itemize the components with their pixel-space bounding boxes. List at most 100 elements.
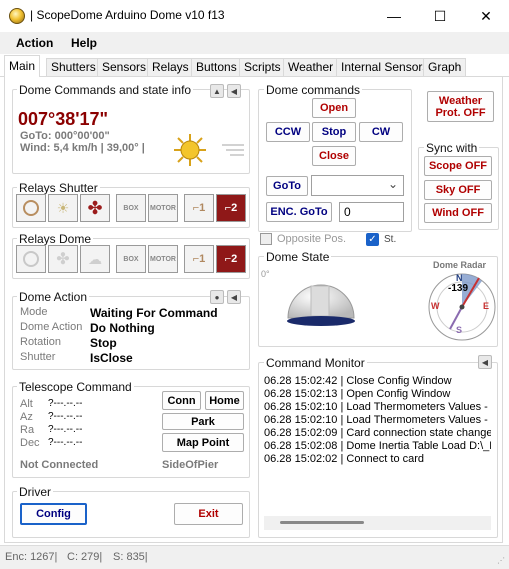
tab-internal-sensors[interactable]: Internal Sensors xyxy=(336,58,434,76)
resize-grip-icon[interactable]: ⋰ xyxy=(497,556,507,566)
telescope-value-alt: ?---.--.-- xyxy=(48,398,83,409)
motor-label: MOTOR xyxy=(150,255,176,263)
left-arrow-icon[interactable]: ◀ xyxy=(227,84,241,98)
enc-goto-input[interactable]: 0 xyxy=(339,202,404,222)
enc-goto-button[interactable]: ENC. GoTo xyxy=(266,202,332,222)
chevron-down-icon: ⌄ xyxy=(387,177,398,191)
relay-shutter-motor-button[interactable]: MOTOR xyxy=(148,194,178,222)
log-line: 06.28 15:02:08 | Dome Inertia Table Load… xyxy=(264,440,491,452)
tab-scripts[interactable]: Scripts xyxy=(239,58,286,76)
maximize-button[interactable]: ☐ xyxy=(417,0,463,32)
telescope-label-ra: Ra xyxy=(20,424,35,436)
relay-shutter-stairs-1-button[interactable]: ⌐1 xyxy=(184,194,214,222)
telescope-conn-button[interactable]: Conn xyxy=(162,391,201,410)
telescope-map-point-button[interactable]: Map Point xyxy=(162,433,244,452)
driver-title: Driver xyxy=(17,485,53,499)
up-arrow-icon[interactable]: ▲ xyxy=(210,84,224,98)
ring-icon xyxy=(23,200,39,216)
open-button[interactable]: Open xyxy=(312,98,356,118)
exit-button[interactable]: Exit xyxy=(174,503,243,525)
dome-action-label-shutter: Shutter xyxy=(20,351,56,363)
dome-action-value-mode: Waiting For Command xyxy=(90,306,218,320)
relay-shutter-light-button[interactable]: ☀ xyxy=(48,194,78,222)
relay-dome-stairs-2-button[interactable]: ⌐2 xyxy=(216,245,246,273)
close-button[interactable]: ✕ xyxy=(463,0,509,32)
relay-dome-stairs-1-button[interactable]: ⌐1 xyxy=(184,245,214,273)
minimize-button[interactable]: — xyxy=(371,0,417,32)
tab-sensors[interactable]: Sensors xyxy=(97,58,152,76)
azimuth-readout: 007°38'17" xyxy=(18,109,109,129)
dome-action-label-action: Dome Action xyxy=(20,321,83,333)
telescope-status: Not Connected xyxy=(20,459,99,471)
goto-select[interactable]: ⌄ xyxy=(311,175,404,196)
relay-dome-box-button[interactable]: BOX xyxy=(116,245,146,273)
dome-action-value-shutter: IsClose xyxy=(90,351,133,365)
log-line: 06.28 15:02:13 | Open Config Window xyxy=(264,388,451,400)
relay-shutter-fan-button[interactable]: ✤ xyxy=(80,194,110,222)
box-label: BOX xyxy=(123,204,139,212)
menu-action[interactable]: Action xyxy=(16,36,53,50)
relay-shutter-stairs-2-button[interactable]: ⌐2 xyxy=(216,194,246,222)
tab-buttons[interactable]: Buttons xyxy=(191,58,242,76)
relay-dome-cloud-button[interactable]: ☁ xyxy=(80,245,110,273)
relay-dome-ring-button[interactable] xyxy=(16,245,46,273)
relays-shutter-title: Relays Shutter xyxy=(17,181,100,195)
radar-west-label: W xyxy=(431,301,440,311)
telescope-value-dec: ?---.--.-- xyxy=(48,437,83,448)
fan-icon: ✤ xyxy=(87,197,103,218)
close-dome-button[interactable]: Close xyxy=(312,146,356,166)
config-button[interactable]: Config xyxy=(20,503,87,525)
status-enc: Enc: 1267| xyxy=(5,551,58,563)
tab-relays[interactable]: Relays xyxy=(147,58,194,76)
tab-weather[interactable]: Weather xyxy=(283,58,339,76)
radar-north-label: N xyxy=(456,273,463,283)
cloud-icon: ☁ xyxy=(88,250,102,267)
telescope-home-button[interactable]: Home xyxy=(205,391,244,410)
sync-wind-button[interactable]: Wind OFF xyxy=(424,203,492,223)
relay-shutter-ring-button[interactable] xyxy=(16,194,46,222)
tab-main[interactable]: Main xyxy=(4,55,41,77)
dome-action-label-rotation: Rotation xyxy=(20,336,61,348)
weather-protection-button[interactable]: Weather Prot. OFF xyxy=(427,91,494,122)
horizontal-scrollbar[interactable] xyxy=(264,516,491,530)
goto-button[interactable]: GoTo xyxy=(266,176,308,196)
relay-shutter-box-button[interactable]: BOX xyxy=(116,194,146,222)
fan-icon: ✤ xyxy=(56,251,70,268)
sun-icon xyxy=(173,133,207,167)
relay-dome-fan-button[interactable]: ✤ xyxy=(48,245,78,273)
log-line: 06.28 15:02:42 | Close Config Window xyxy=(264,375,452,387)
record-icon[interactable]: ● xyxy=(210,290,224,304)
wind-readout: Wind: 5,4 km/h | 39,00° | xyxy=(20,142,145,154)
st-checkbox[interactable]: ✓ xyxy=(366,233,379,246)
telescope-title: Telescope Command xyxy=(17,380,134,394)
left-arrow-icon[interactable]: ◀ xyxy=(478,355,492,369)
telescope-park-button[interactable]: Park xyxy=(162,413,244,430)
dome-image xyxy=(284,264,358,328)
telescope-label-dec: Dec xyxy=(20,437,40,449)
lightbulb-icon: ☀ xyxy=(56,199,70,216)
dome-action-value-rotation: Stop xyxy=(90,336,117,350)
radar-south-label: S xyxy=(456,325,463,335)
menu-help[interactable]: Help xyxy=(71,36,97,50)
sync-scope-button[interactable]: Scope OFF xyxy=(424,156,492,176)
dome-angle-label: 0° xyxy=(261,269,270,279)
log-line: 06.28 15:02:10 | Load Thermometers Value… xyxy=(264,401,491,413)
sync-sky-button[interactable]: Sky OFF xyxy=(424,180,492,200)
stop-button[interactable]: Stop xyxy=(312,122,356,142)
tab-graph[interactable]: Graph xyxy=(423,58,467,76)
opposite-pos-checkbox[interactable] xyxy=(260,233,272,245)
scrollbar-thumb[interactable] xyxy=(280,521,364,524)
stairs-icon: ⌐2 xyxy=(224,253,238,265)
weather-protection-line2: Prot. OFF xyxy=(435,106,486,119)
tab-shutters[interactable]: Shutters xyxy=(46,58,101,76)
ccw-button[interactable]: CCW xyxy=(266,122,310,142)
left-arrow-icon[interactable]: ◀ xyxy=(227,290,241,304)
status-s: S: 835| xyxy=(113,551,148,563)
dome-state-title: Dome State xyxy=(264,250,332,264)
telescope-label-az: Az xyxy=(20,411,33,423)
cw-button[interactable]: CW xyxy=(359,122,403,142)
status-c: C: 279| xyxy=(67,551,103,563)
relay-dome-motor-button[interactable]: MOTOR xyxy=(148,245,178,273)
telescope-value-az: ?---.--.-- xyxy=(48,411,83,422)
relays-dome-title: Relays Dome xyxy=(17,232,94,246)
